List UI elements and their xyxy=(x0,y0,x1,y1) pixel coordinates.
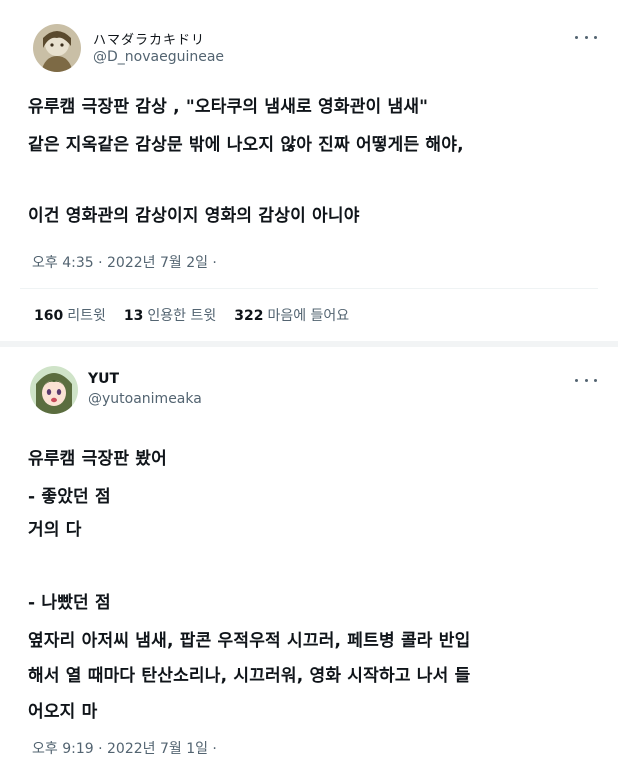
more-horizontal-icon[interactable] xyxy=(575,30,597,44)
tweet-text-line: 해서 열 때마다 탄산소리나, 시끄러워, 영화 시작하고 나서 들 xyxy=(28,666,471,686)
tweet-1: ハマダラカキドリ @D_novaeguineae 유루캠 극장판 감상 , "오… xyxy=(0,0,618,340)
tweet-text-line: 같은 지옥같은 감상문 밖에 나오지 않아 진짜 어떻게든 해야, xyxy=(28,135,464,155)
avatar[interactable] xyxy=(30,366,78,414)
tweet-text-line: 유루캠 극장판 감상 , "오타쿠의 냄새로 영화관이 냄새" xyxy=(28,97,429,117)
tweet-text-line: 어오지 마 xyxy=(28,702,98,722)
retweet-count[interactable]: 160 리트윗 xyxy=(34,305,106,325)
avatar[interactable] xyxy=(33,24,81,72)
tweet-text-line: 유루캠 극장판 봤어 xyxy=(28,449,167,469)
tweet-text-line: - 좋았던 점 xyxy=(28,487,111,507)
quote-tweet-count[interactable]: 13 인용한 트윗 xyxy=(124,305,216,325)
tweet-stats: 160 리트윗 13 인용한 트윗 322 마음에 들어요 xyxy=(34,305,349,325)
tweet-timestamp[interactable]: 오후 9:19 · 2022년 7월 1일 · xyxy=(32,738,217,758)
like-count[interactable]: 322 마음에 들어요 xyxy=(234,305,349,325)
user-handle[interactable]: @D_novaeguineae xyxy=(93,49,224,65)
user-handle[interactable]: @yutoanimeaka xyxy=(88,391,202,407)
more-horizontal-icon[interactable] xyxy=(575,373,597,387)
tweet-timestamp[interactable]: 오후 4:35 · 2022년 7월 2일 · xyxy=(32,252,217,272)
tweet-text-line: 이건 영화관의 감상이지 영화의 감상이 아니야 xyxy=(28,206,360,226)
tweet-text-line: - 나빴던 점 xyxy=(28,593,111,613)
tweet-text-line: 옆자리 아저씨 냄새, 팝콘 우적우적 시끄러, 페트병 콜라 반입 xyxy=(28,631,471,651)
display-name[interactable]: ハマダラカキドリ xyxy=(93,29,205,48)
tweet-text-line: 거의 다 xyxy=(28,520,82,540)
divider xyxy=(20,288,598,289)
tweet-2: YUT @yutoanimeaka 유루캠 극장판 봤어 - 좋았던 점 거의 … xyxy=(0,347,618,757)
display-name[interactable]: YUT xyxy=(88,371,119,387)
